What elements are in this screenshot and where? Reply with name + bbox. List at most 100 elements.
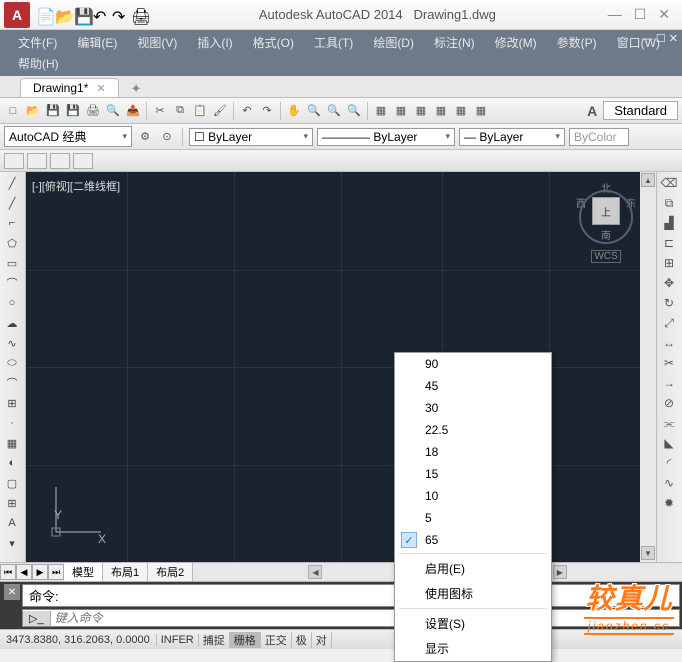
- angle-15[interactable]: 15: [395, 463, 551, 485]
- layout-last-icon[interactable]: ⏭: [48, 564, 64, 580]
- break-icon[interactable]: ⊘: [659, 394, 679, 412]
- menu-enable[interactable]: 启用(E): [395, 556, 551, 581]
- infer-toggle[interactable]: INFER: [157, 634, 199, 646]
- workspace-dropdown[interactable]: AutoCAD 经典▾: [4, 126, 132, 147]
- cut-icon[interactable]: ✂: [151, 102, 169, 120]
- scroll-left-icon[interactable]: ◀: [308, 565, 322, 579]
- line-icon[interactable]: ╱: [2, 174, 22, 192]
- plot-icon[interactable]: 🖨: [84, 102, 102, 120]
- angle-45[interactable]: 45: [395, 375, 551, 397]
- ortho-toggle[interactable]: 正交: [261, 632, 292, 648]
- undo-icon[interactable]: ↶: [238, 102, 256, 120]
- copy-obj-icon[interactable]: ⧉: [659, 194, 679, 212]
- region-icon[interactable]: ▢: [2, 474, 22, 492]
- publish-icon[interactable]: 📤: [124, 102, 142, 120]
- qat-new-icon[interactable]: 📄: [36, 7, 52, 23]
- qat-save-icon[interactable]: 💾: [74, 7, 90, 23]
- layout2-tab[interactable]: 布局2: [148, 563, 193, 581]
- offset-icon[interactable]: ⊏: [659, 234, 679, 252]
- maximize-icon[interactable]: ☐: [634, 6, 647, 23]
- dcenter-icon[interactable]: ▦: [392, 102, 410, 120]
- ellipsearc-icon[interactable]: ⌒: [2, 374, 22, 392]
- menu-view[interactable]: 视图(V): [127, 32, 187, 53]
- menu-dimension[interactable]: 标注(N): [424, 32, 485, 53]
- polar-toggle[interactable]: 极: [292, 632, 312, 648]
- menu-tools[interactable]: 工具(T): [304, 32, 363, 53]
- new-icon[interactable]: □: [4, 102, 22, 120]
- arc-icon[interactable]: ⌒: [2, 274, 22, 292]
- zoom-prev-icon[interactable]: 🔍: [345, 102, 363, 120]
- angle-90[interactable]: 90: [395, 353, 551, 375]
- preview-icon[interactable]: 🔍: [104, 102, 122, 120]
- layout-next-icon[interactable]: ▶: [32, 564, 48, 580]
- pline-icon[interactable]: ⌐: [2, 214, 22, 232]
- polygon-icon[interactable]: ⬠: [2, 234, 22, 252]
- menu-display[interactable]: 显示: [395, 636, 551, 661]
- gradient-icon[interactable]: ◐: [2, 454, 22, 472]
- menu-settings[interactable]: 设置(S): [395, 611, 551, 636]
- rect-icon[interactable]: ▭: [2, 254, 22, 272]
- snap-toggle[interactable]: 捕捉: [199, 632, 230, 648]
- copy-icon[interactable]: ⧉: [171, 102, 189, 120]
- trim-icon[interactable]: ✂: [659, 354, 679, 372]
- menu-format[interactable]: 格式(O): [243, 32, 304, 53]
- point-icon[interactable]: ·: [2, 414, 22, 432]
- saveas-icon[interactable]: 💾: [64, 102, 82, 120]
- scroll-down-icon[interactable]: ▼: [641, 546, 655, 560]
- block-icon[interactable]: ⊞: [2, 394, 22, 412]
- layout-first-icon[interactable]: ⏮: [0, 564, 16, 580]
- join-icon[interactable]: ⫘: [659, 414, 679, 432]
- angle-18[interactable]: 18: [395, 441, 551, 463]
- osnap-toggle[interactable]: 对: [312, 632, 332, 648]
- spline-icon[interactable]: ∿: [2, 334, 22, 352]
- zoom-rt-icon[interactable]: 🔍: [305, 102, 323, 120]
- qat-print-icon[interactable]: 🖨: [131, 7, 147, 23]
- calc-icon[interactable]: ▦: [472, 102, 490, 120]
- props-icon[interactable]: ▦: [372, 102, 390, 120]
- ellipse-icon[interactable]: ⬭: [2, 354, 22, 372]
- chamfer-icon[interactable]: ◣: [659, 434, 679, 452]
- new-tab-button[interactable]: ✦: [125, 81, 148, 97]
- match-icon[interactable]: 🖌: [211, 102, 229, 120]
- style-dropdown[interactable]: Standard: [603, 101, 678, 120]
- markup-icon[interactable]: ▦: [452, 102, 470, 120]
- qat-open-icon[interactable]: 📂: [55, 7, 71, 23]
- drawing-canvas[interactable]: [-][俯视][二维线框] 北 西上东 南 WCS YX ▲ ▼: [26, 172, 656, 562]
- coordinates[interactable]: 3473.8380, 316.2063, 0.0000: [0, 634, 157, 646]
- mtext-icon[interactable]: A: [2, 514, 22, 532]
- zoom-win-icon[interactable]: 🔍: [325, 102, 343, 120]
- xline-icon[interactable]: ╱: [2, 194, 22, 212]
- rotate-icon[interactable]: ↻: [659, 294, 679, 312]
- blend-icon[interactable]: ∿: [659, 474, 679, 492]
- tab-close-icon[interactable]: ✕: [96, 82, 105, 95]
- addsel-icon[interactable]: ▾: [2, 534, 22, 552]
- stretch-icon[interactable]: ↔: [659, 334, 679, 352]
- grid-toggle[interactable]: 栅格: [230, 632, 261, 648]
- scroll-up-icon[interactable]: ▲: [641, 173, 655, 187]
- layout-prev-icon[interactable]: ◀: [16, 564, 32, 580]
- doc-tab[interactable]: Drawing1* ✕: [20, 78, 119, 97]
- angle-10[interactable]: 10: [395, 485, 551, 507]
- menu-use-icons[interactable]: 使用图标: [395, 581, 551, 606]
- qat-redo-icon[interactable]: ↷: [112, 7, 128, 23]
- vp-single-icon[interactable]: [4, 153, 24, 169]
- angle-65[interactable]: ✓65: [395, 529, 551, 551]
- cmd-close-icon[interactable]: ✕: [4, 584, 20, 600]
- redo-icon[interactable]: ↷: [258, 102, 276, 120]
- hatch-icon[interactable]: ▦: [2, 434, 22, 452]
- vp-join-icon[interactable]: [50, 153, 70, 169]
- explode-icon[interactable]: ✹: [659, 494, 679, 512]
- table-icon[interactable]: ⊞: [2, 494, 22, 512]
- app-logo[interactable]: A: [4, 2, 30, 28]
- menu-modify[interactable]: 修改(M): [485, 32, 547, 53]
- angle-5[interactable]: 5: [395, 507, 551, 529]
- scale-icon[interactable]: ⤢: [659, 314, 679, 332]
- ws-gear-icon[interactable]: ⊙: [158, 128, 176, 146]
- mirror-icon[interactable]: ▟: [659, 214, 679, 232]
- plotstyle-dropdown[interactable]: ByColor: [569, 128, 629, 146]
- angle-22-5[interactable]: 22.5: [395, 419, 551, 441]
- ws-settings-icon[interactable]: ⚙: [136, 128, 154, 146]
- move-icon[interactable]: ✥: [659, 274, 679, 292]
- tpal-icon[interactable]: ▦: [412, 102, 430, 120]
- menu-param[interactable]: 参数(P): [547, 32, 607, 53]
